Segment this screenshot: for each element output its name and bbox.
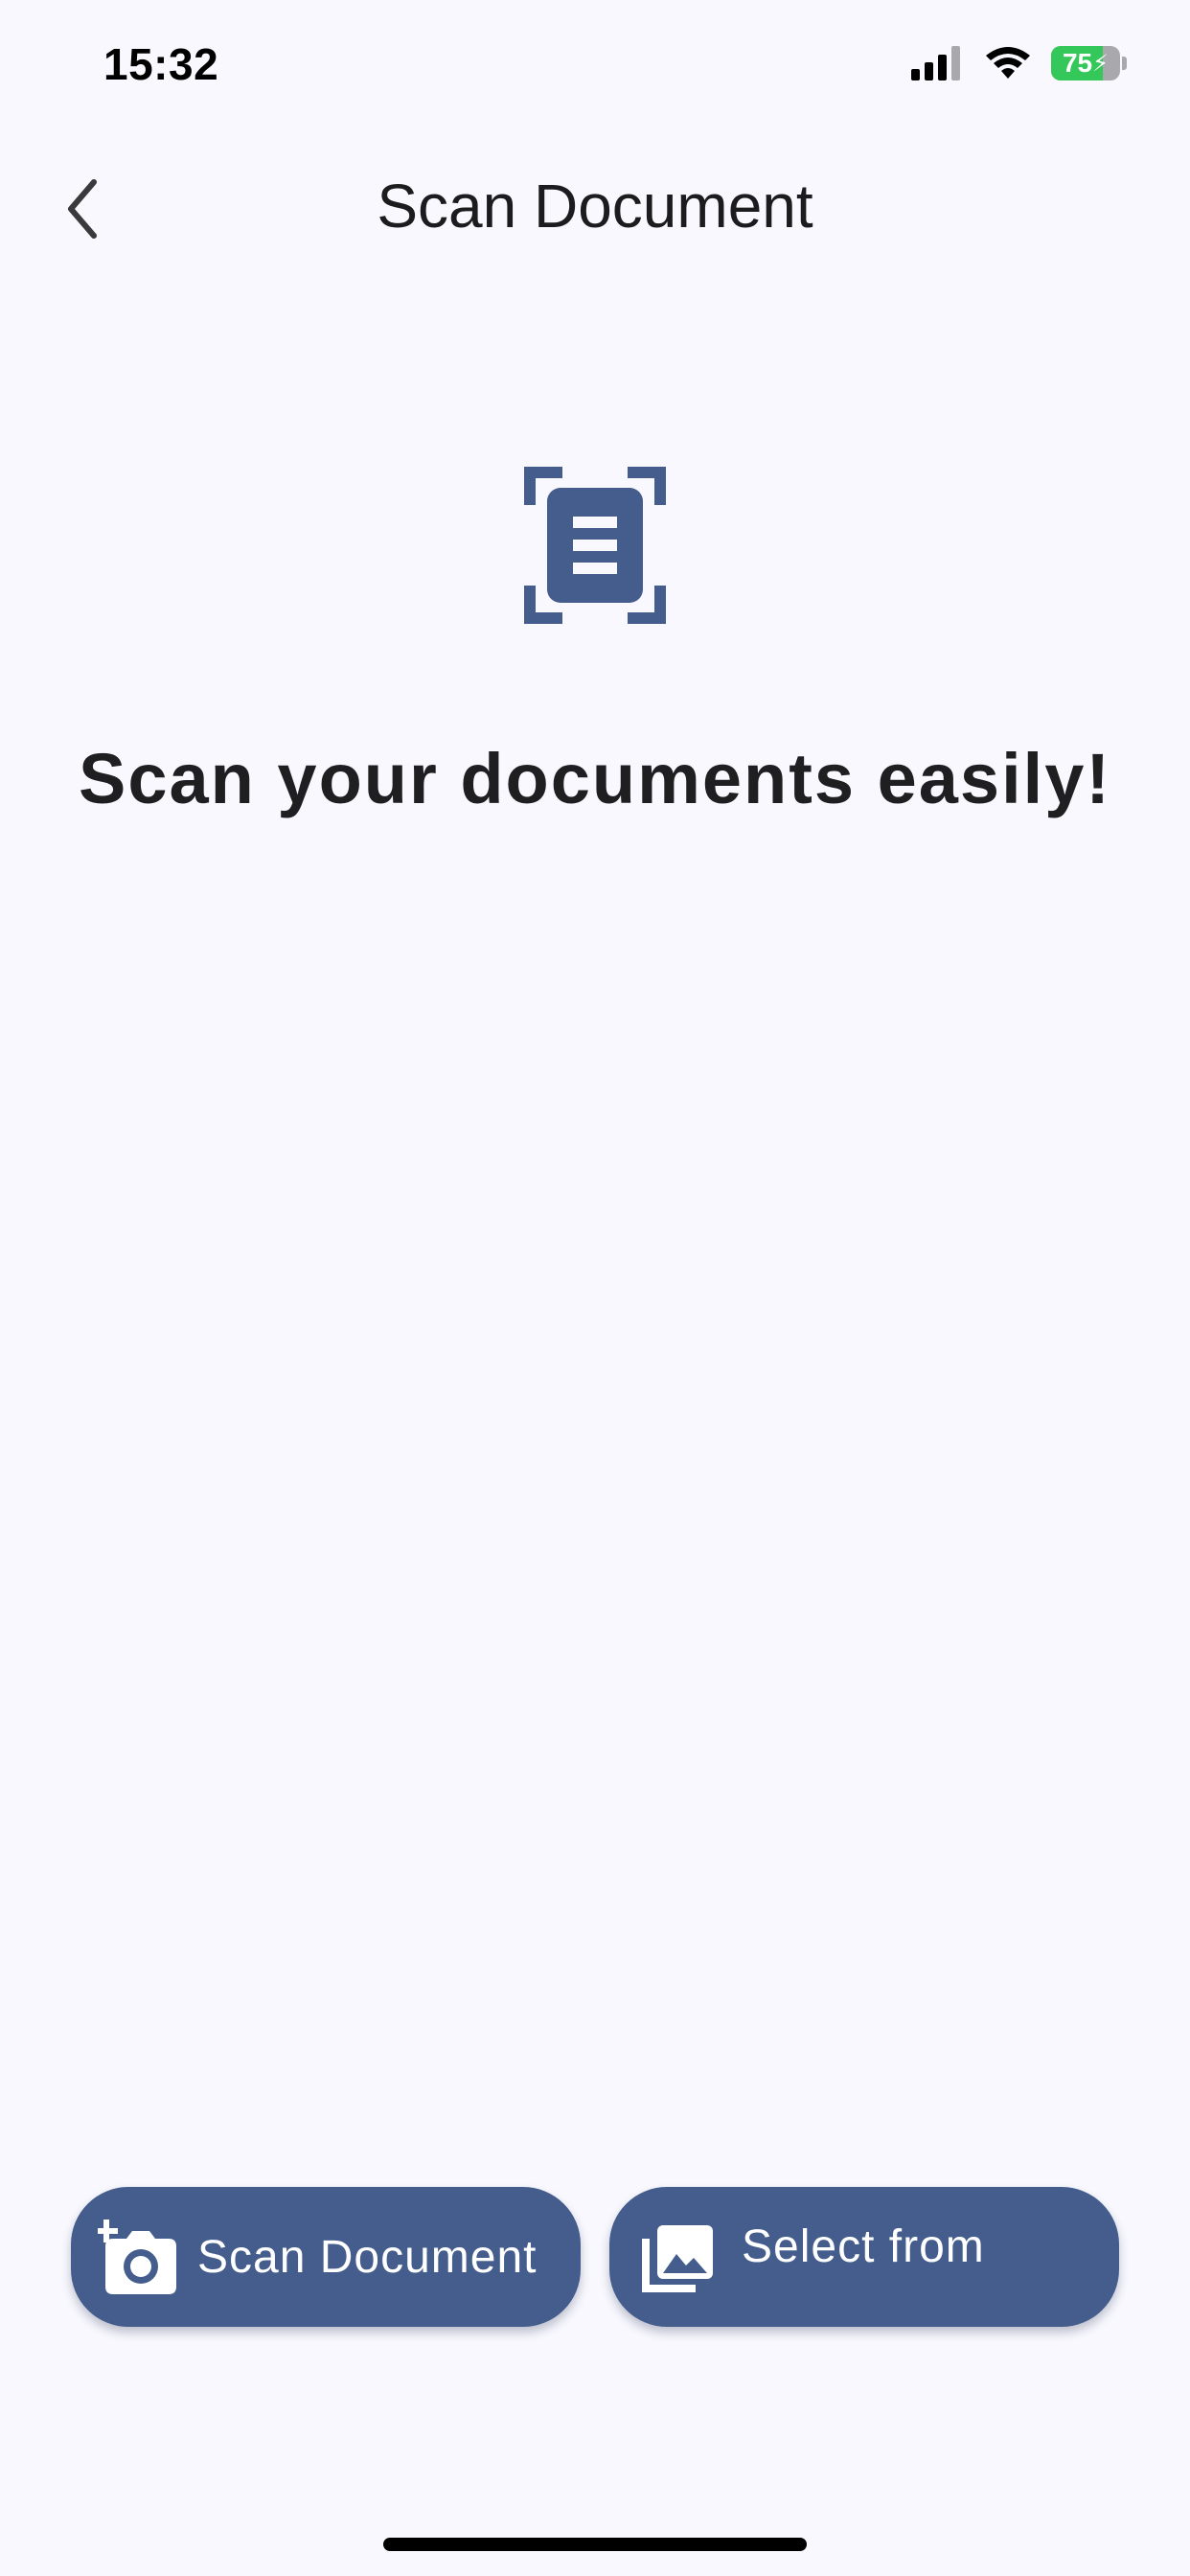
document-scanner-icon <box>524 467 666 624</box>
wifi-icon <box>986 47 1030 79</box>
select-from-gallery-button[interactable]: Select from Gallery <box>609 2187 1119 2327</box>
scan-document-label: Scan Document <box>197 2231 538 2283</box>
add-camera-icon <box>98 2218 176 2296</box>
hero-headline: Scan your documents easily! <box>78 739 1111 818</box>
battery-cap <box>1122 57 1127 70</box>
status-time: 15:32 <box>103 39 219 89</box>
home-indicator <box>383 2538 807 2551</box>
scan-document-button[interactable]: Scan Document <box>71 2187 581 2327</box>
select-from-gallery-label: Select from Gallery <box>742 2221 985 2272</box>
photo-library-icon <box>638 2218 717 2296</box>
status-icons: 75 ⚡ <box>911 44 1127 82</box>
battery-level: 75 ⚡ <box>1062 48 1109 78</box>
battery-charging-icon: 75 ⚡ <box>1051 46 1120 80</box>
page-title: Scan Document <box>377 172 813 241</box>
cellular-signal-icon <box>911 46 960 80</box>
